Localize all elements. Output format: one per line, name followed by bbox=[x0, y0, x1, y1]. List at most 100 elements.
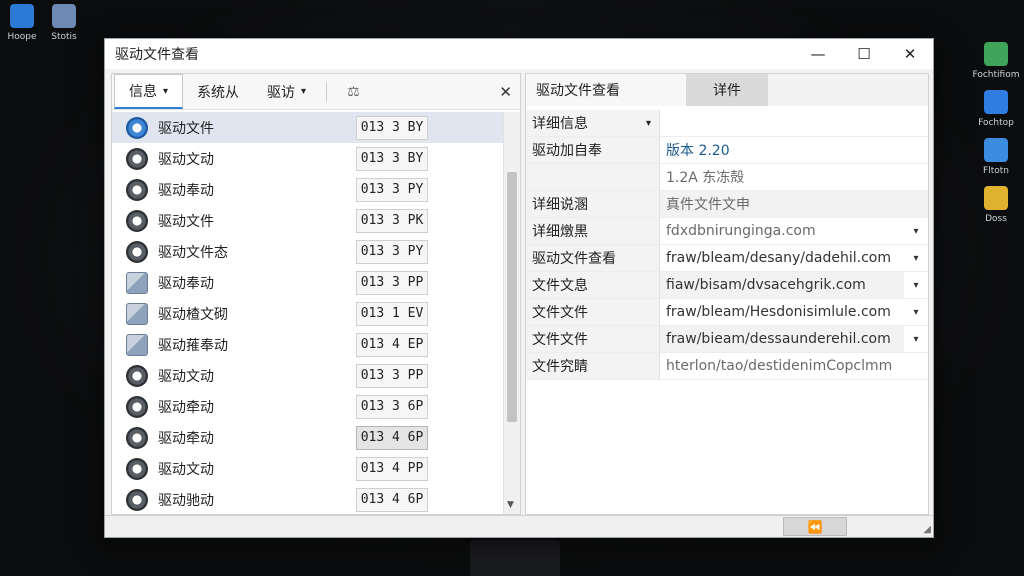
desktop-shortcut[interactable]: Fltotn bbox=[966, 138, 1024, 176]
driver-size-button[interactable]: 013 3 BY bbox=[356, 115, 428, 140]
driver-size-button[interactable]: 013 4 6P bbox=[356, 487, 428, 512]
shield-icon bbox=[984, 90, 1008, 114]
tab-details[interactable]: 详件 bbox=[686, 74, 768, 106]
property-value: 真件文件文申 bbox=[660, 191, 928, 217]
status-action-button[interactable]: ⏪ bbox=[783, 517, 847, 536]
gear-icon bbox=[126, 178, 148, 201]
list-item[interactable]: 驱动文件 013 3 PK bbox=[112, 205, 504, 236]
desktop-shortcut-label: Doss bbox=[985, 214, 1007, 224]
driver-size-button[interactable]: 013 3 BY bbox=[356, 146, 428, 171]
property-key bbox=[526, 164, 660, 190]
driver-dropdown[interactable]: 驱访 ▾ bbox=[253, 76, 320, 108]
chevron-down-icon[interactable]: ▾ bbox=[646, 118, 651, 129]
property-key-label: 文件文息 bbox=[532, 278, 588, 294]
maximize-button[interactable]: ☐ bbox=[841, 39, 887, 69]
window-title: 驱动文件查看 bbox=[115, 47, 199, 63]
property-value: fiaw/bisam/dvsacehgrik.com bbox=[660, 272, 904, 298]
desktop-shortcut[interactable]: Stotis bbox=[44, 4, 84, 42]
desktop-shortcut[interactable]: Doss bbox=[966, 186, 1024, 224]
list-item[interactable]: 驱动奉动 013 3 PY bbox=[112, 174, 504, 205]
driver-list: 驱动文件 013 3 BY 驱动文动 013 3 BY 驱动奉动 013 3 PY 驱动文件… bbox=[112, 112, 504, 514]
driver-size-button[interactable]: 013 4 EP bbox=[356, 332, 428, 357]
driver-size-button[interactable]: 013 3 PK bbox=[356, 208, 428, 233]
driver-size-button[interactable]: 013 4 6P bbox=[356, 425, 428, 450]
status-bar: ⏪ ◢ bbox=[105, 515, 933, 537]
resize-grip-icon[interactable]: ◢ bbox=[923, 524, 931, 535]
list-item[interactable]: 驱动牵动 013 4 6P bbox=[112, 422, 504, 453]
driver-size-button[interactable]: 013 3 PY bbox=[356, 239, 428, 264]
desktop-shortcut[interactable]: Hoope bbox=[2, 4, 42, 42]
property-key-label: 文件文件 bbox=[532, 332, 588, 348]
driver-size-button[interactable]: 013 3 PP bbox=[356, 270, 428, 295]
property-key: 文件文件 bbox=[526, 299, 660, 325]
info-dropdown[interactable]: 信息 ▾ bbox=[114, 74, 184, 109]
scroll-down-icon[interactable]: ▼ bbox=[507, 500, 514, 510]
property-value: 版本 2.20 bbox=[666, 143, 730, 159]
property-key: 驱动文件查看 bbox=[526, 245, 660, 271]
list-item[interactable]: 驱动蓷奉动 013 4 EP bbox=[112, 329, 504, 360]
property-row[interactable]: 驱动文件查看 fraw/bleam/desany/dadehil.com ▾ bbox=[526, 245, 928, 272]
driver-size-button[interactable]: 013 3 PP bbox=[356, 363, 428, 388]
list-item[interactable]: 驱动文动 013 4 PP bbox=[112, 453, 504, 484]
list-item[interactable]: 驱动文动 013 3 PP bbox=[112, 360, 504, 391]
list-item[interactable]: 驱动文件 013 3 BY bbox=[112, 112, 504, 143]
desktop-shortcut[interactable]: Fochtop bbox=[966, 90, 1024, 128]
chevron-down-icon[interactable]: ▾ bbox=[904, 299, 928, 325]
property-row[interactable]: 驱动加自奉 版本 2.20 bbox=[526, 137, 928, 164]
list-scrollbar[interactable]: ▼ bbox=[503, 112, 520, 514]
list-item[interactable]: 驱动牵动 013 3 6P bbox=[112, 391, 504, 422]
tab-driver-view[interactable]: 驱动文件查看 bbox=[526, 74, 686, 106]
property-row[interactable]: 1.2A 东冻殻 bbox=[526, 164, 928, 191]
chevron-down-icon[interactable]: ▾ bbox=[904, 326, 928, 352]
driver-size-button[interactable]: 013 3 PY bbox=[356, 177, 428, 202]
close-button[interactable]: ✕ bbox=[887, 39, 933, 69]
property-row[interactable]: 文件究睛 hterlon/tao/destidenimCopclmm bbox=[526, 353, 928, 380]
property-row[interactable]: 文件文息 fiaw/bisam/dvsacehgrik.com ▾ bbox=[526, 272, 928, 299]
driver-name: 驱动文件 bbox=[158, 213, 214, 230]
property-key: 文件文息 bbox=[526, 272, 660, 298]
driver-name: 驱动牵动 bbox=[158, 430, 214, 447]
chevron-down-icon[interactable]: ▾ bbox=[904, 272, 928, 298]
property-row[interactable]: 详细信息 ▾ bbox=[526, 110, 928, 137]
driver-name: 驱动文件态 bbox=[158, 244, 228, 261]
property-row[interactable]: 详细说溷 真件文件文申 bbox=[526, 191, 928, 218]
driver-name: 驱动文动 bbox=[158, 368, 214, 385]
gear-icon bbox=[126, 209, 148, 232]
desktop-shortcut[interactable]: Fochtifiom bbox=[966, 42, 1024, 80]
property-key: 详细燉黒 bbox=[526, 218, 660, 244]
info-label: 信息 bbox=[129, 84, 157, 100]
close-pane-button[interactable]: ✕ bbox=[499, 83, 512, 101]
driver-label: 驱访 bbox=[267, 84, 296, 101]
notes-icon bbox=[984, 42, 1008, 66]
list-item[interactable]: 驱动楂文砌 013 1 EV bbox=[112, 298, 504, 329]
desktop-shortcut-label: Fochtop bbox=[978, 118, 1014, 128]
minimize-button[interactable]: — bbox=[795, 39, 841, 69]
property-value: 1.2A 东冻殻 bbox=[666, 170, 745, 186]
desktop-shortcut-label: Fochtifiom bbox=[972, 70, 1020, 80]
list-item[interactable]: 驱动文动 013 3 BY bbox=[112, 143, 504, 174]
list-item[interactable]: 驱动驰动 013 4 6P bbox=[112, 484, 504, 514]
list-item[interactable]: 驱动文件态 013 3 PY bbox=[112, 236, 504, 267]
scrollbar-thumb[interactable] bbox=[507, 172, 517, 422]
list-item[interactable]: 驱动奉动 013 3 PP bbox=[112, 267, 504, 298]
chevron-down-icon[interactable]: ▾ bbox=[904, 218, 928, 244]
property-value: fraw/bieam/dessaunderehil.com bbox=[660, 326, 904, 352]
gear-icon bbox=[126, 395, 148, 418]
driver-size-button[interactable]: 013 4 PP bbox=[356, 456, 428, 481]
stats-icon bbox=[52, 4, 76, 28]
system-tab[interactable]: 系统从 bbox=[183, 76, 253, 108]
property-row[interactable]: 文件文件 fraw/bleam/Hesdonisimlule.com ▾ bbox=[526, 299, 928, 326]
property-row[interactable]: 文件文件 fraw/bieam/dessaunderehil.com ▾ bbox=[526, 326, 928, 353]
cloud-icon bbox=[984, 138, 1008, 162]
property-row[interactable]: 详细燉黒 fdxdbnirunginga.com ▾ bbox=[526, 218, 928, 245]
driver-size-button[interactable]: 013 1 EV bbox=[356, 301, 428, 326]
property-key-label: 详细信息 bbox=[532, 116, 588, 132]
property-key-label: 驱动文件查看 bbox=[532, 251, 616, 267]
driver-name: 驱动文动 bbox=[158, 461, 214, 478]
driver-name: 驱动蓷奉动 bbox=[158, 337, 228, 354]
scale-button[interactable]: ⚖ bbox=[333, 78, 374, 106]
driver-size-button[interactable]: 013 3 6P bbox=[356, 394, 428, 419]
chevron-down-icon[interactable]: ▾ bbox=[904, 245, 928, 271]
property-key: 详细说溷 bbox=[526, 191, 660, 217]
title-bar[interactable]: 驱动文件查看 — ☐ ✕ bbox=[105, 39, 933, 69]
